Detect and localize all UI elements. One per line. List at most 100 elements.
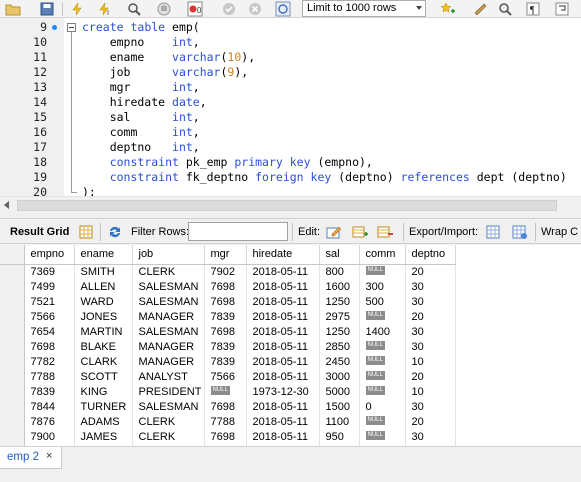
commit-icon[interactable]: [220, 1, 238, 17]
row-header[interactable]: [0, 429, 25, 445]
cell-sal[interactable]: 2450: [319, 354, 360, 370]
cell-sal[interactable]: 1500: [319, 399, 360, 415]
cell-sal[interactable]: 1600: [319, 279, 360, 295]
code-line[interactable]: 18 constraint pk_emp primary key (empno)…: [0, 155, 581, 170]
cell-hiredate[interactable]: 2018-05-11: [246, 414, 320, 430]
execute-current-icon[interactable]: I: [96, 1, 114, 17]
cell-mgr[interactable]: 7566: [204, 369, 247, 385]
row-header[interactable]: [0, 399, 25, 415]
cell-sal[interactable]: 5000: [319, 384, 360, 400]
cell-empno[interactable]: 7499: [24, 279, 75, 295]
cell-deptno[interactable]: 30: [405, 279, 456, 295]
refresh-icon[interactable]: [106, 223, 124, 241]
cell-deptno[interactable]: 30: [405, 294, 456, 310]
cell-comm[interactable]: NULL: [359, 309, 406, 325]
cell-comm[interactable]: 1400: [359, 324, 406, 340]
cell-mgr[interactable]: 7698: [204, 429, 247, 445]
column-header-empno[interactable]: empno: [24, 245, 75, 265]
cell-job[interactable]: CLERK: [132, 264, 205, 280]
explain-icon[interactable]: [126, 1, 144, 17]
close-icon[interactable]: ×: [46, 450, 52, 462]
cell-comm[interactable]: NULL: [359, 414, 406, 430]
scrollbar-thumb[interactable]: [17, 200, 557, 211]
cell-empno[interactable]: 7654: [24, 324, 75, 340]
column-header-mgr[interactable]: mgr: [204, 245, 247, 265]
rollback-icon[interactable]: [246, 1, 264, 17]
column-header-comm[interactable]: comm: [359, 245, 406, 265]
cell-empno[interactable]: 7369: [24, 264, 75, 280]
table-row[interactable]: 7844 TURNER SALESMAN 7698 2018-05-11 1500 0 30: [0, 399, 456, 415]
cell-empno[interactable]: 7566: [24, 309, 75, 325]
cell-sal[interactable]: 950: [319, 429, 360, 445]
cell-empno[interactable]: 7876: [24, 414, 75, 430]
cell-sal[interactable]: 1100: [319, 414, 360, 430]
cell-empno[interactable]: 7698: [24, 339, 75, 355]
cell-hiredate[interactable]: 2018-05-11: [246, 279, 320, 295]
row-header[interactable]: [0, 414, 25, 430]
row-header[interactable]: [0, 354, 25, 370]
cell-job[interactable]: SALESMAN: [132, 399, 205, 415]
wrap-cell-label[interactable]: Wrap C: [541, 226, 578, 238]
cell-job[interactable]: CLERK: [132, 414, 205, 430]
cell-ename[interactable]: MARTIN: [74, 324, 133, 340]
cell-ename[interactable]: TURNER: [74, 399, 133, 415]
cell-mgr[interactable]: 7839: [204, 309, 247, 325]
table-row[interactable]: 7788 SCOTT ANALYST 7566 2018-05-11 3000 NULL 20: [0, 369, 456, 385]
cell-job[interactable]: CLERK: [132, 429, 205, 445]
grid-view-icon[interactable]: [77, 223, 95, 241]
cell-empno[interactable]: 7782: [24, 354, 75, 370]
code-line[interactable]: 9 create table emp(: [0, 20, 581, 35]
cell-deptno[interactable]: 10: [405, 354, 456, 370]
row-header[interactable]: [0, 294, 25, 310]
cell-hiredate[interactable]: 2018-05-11: [246, 354, 320, 370]
save-icon[interactable]: [38, 1, 56, 17]
cell-comm[interactable]: 0: [359, 399, 406, 415]
cell-ename[interactable]: JAMES: [74, 429, 133, 445]
cell-ename[interactable]: ALLEN: [74, 279, 133, 295]
cell-job[interactable]: PRESIDENT: [132, 384, 205, 400]
cell-mgr[interactable]: 7698: [204, 324, 247, 340]
column-header-sal[interactable]: sal: [319, 245, 360, 265]
scroll-left-icon[interactable]: [4, 201, 9, 209]
result-grid-tab[interactable]: Result Grid: [10, 226, 69, 238]
table-row[interactable]: 7876 ADAMS CLERK 7788 2018-05-11 1100 NULL 20: [0, 414, 456, 430]
code-line[interactable]: 16 comm int,: [0, 125, 581, 140]
result-grid[interactable]: empno ename job mgr hiredate sal comm de…: [0, 245, 581, 446]
table-row[interactable]: 7654 MARTIN SALESMAN 7698 2018-05-11 1250 1400…: [0, 324, 456, 340]
row-header[interactable]: [0, 309, 25, 325]
code-line[interactable]: 19 constraint fk_deptno foreign key (dep…: [0, 170, 581, 185]
cell-sal[interactable]: 1250: [319, 324, 360, 340]
cell-mgr[interactable]: NULL: [204, 384, 247, 400]
add-row-icon[interactable]: [351, 223, 369, 241]
cell-hiredate[interactable]: 2018-05-11: [246, 369, 320, 385]
cell-hiredate[interactable]: 2018-05-11: [246, 339, 320, 355]
cell-mgr[interactable]: 7698: [204, 294, 247, 310]
table-row[interactable]: 7839 KING PRESIDENT NULL 1973-12-30 5000 NULL 1…: [0, 384, 456, 400]
table-row[interactable]: 7499 ALLEN SALESMAN 7698 2018-05-11 1600 300 30: [0, 279, 456, 295]
editor-horizontal-scrollbar[interactable]: [0, 196, 581, 213]
cell-sal[interactable]: 2975: [319, 309, 360, 325]
cell-ename[interactable]: KING: [74, 384, 133, 400]
cell-deptno[interactable]: 30: [405, 324, 456, 340]
cell-empno[interactable]: 7844: [24, 399, 75, 415]
cell-comm[interactable]: NULL: [359, 354, 406, 370]
delete-row-icon[interactable]: [376, 223, 394, 241]
cell-sal[interactable]: 1250: [319, 294, 360, 310]
cell-hiredate[interactable]: 2018-05-11: [246, 309, 320, 325]
cell-hiredate[interactable]: 2018-05-11: [246, 294, 320, 310]
cell-comm[interactable]: 500: [359, 294, 406, 310]
cell-deptno[interactable]: 30: [405, 399, 456, 415]
limit-rows-select[interactable]: Limit to 1000 rows: [302, 0, 426, 17]
code-line[interactable]: 11 ename varchar(10),: [0, 50, 581, 65]
cell-comm[interactable]: NULL: [359, 369, 406, 385]
row-header[interactable]: [0, 339, 25, 355]
cell-empno[interactable]: 7900: [24, 429, 75, 445]
cell-job[interactable]: SALESMAN: [132, 279, 205, 295]
cell-comm[interactable]: NULL: [359, 339, 406, 355]
code-line[interactable]: 20);: [0, 185, 581, 196]
execute-icon[interactable]: [68, 1, 86, 17]
code-line[interactable]: 12 job varchar(9),: [0, 65, 581, 80]
cell-hiredate[interactable]: 2018-05-11: [246, 264, 320, 280]
import-icon[interactable]: [511, 223, 529, 241]
cell-mgr[interactable]: 7839: [204, 354, 247, 370]
